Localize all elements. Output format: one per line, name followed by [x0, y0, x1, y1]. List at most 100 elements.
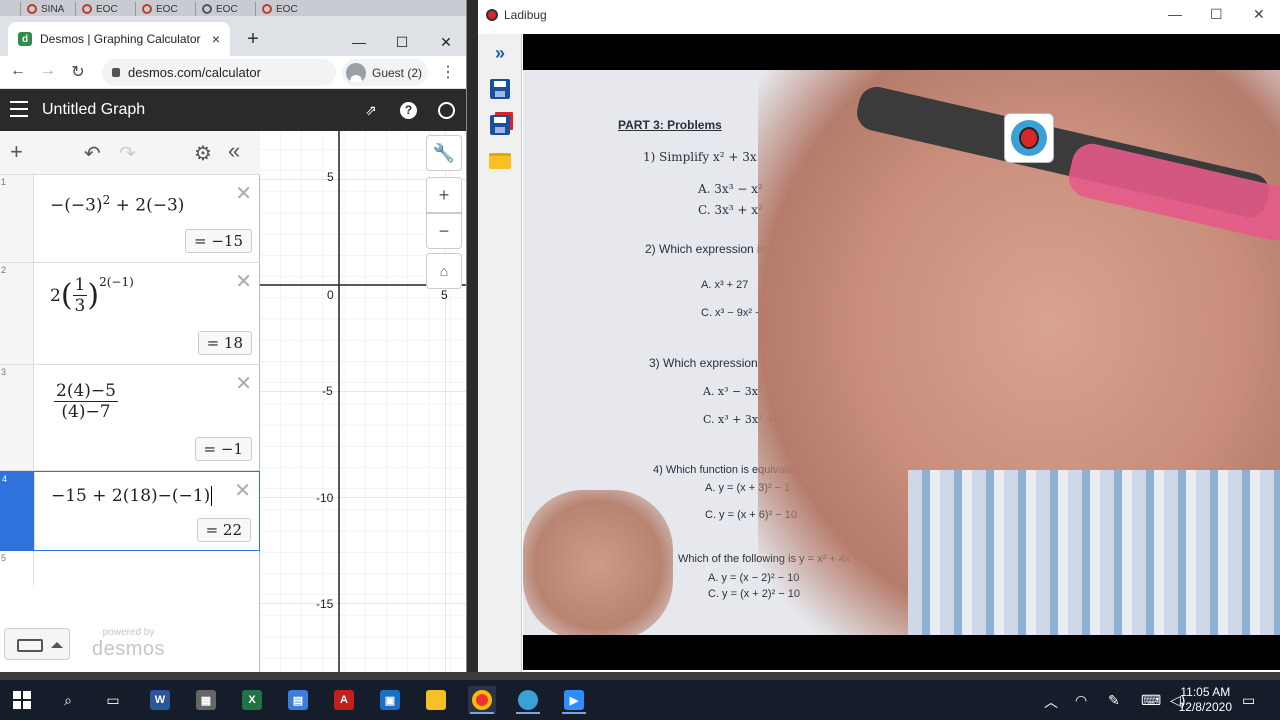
expression-gutter: 2	[0, 263, 34, 364]
home-icon[interactable]: ⌂	[426, 253, 462, 289]
back-arrow-icon[interactable]: ←	[8, 62, 28, 80]
minimize-button[interactable]: —	[1168, 6, 1182, 22]
notifications-icon[interactable]: ▭	[1242, 692, 1255, 709]
avatar-icon	[346, 62, 366, 83]
close-window-button[interactable]: ✕	[436, 34, 456, 51]
file-explorer-app[interactable]	[422, 686, 450, 714]
tab-close-icon[interactable]: ×	[212, 31, 220, 47]
powered-by-desmos: powered by desmos	[92, 627, 165, 661]
maximize-button[interactable]: ☐	[1210, 6, 1223, 23]
start-button[interactable]	[8, 686, 36, 714]
sleeve-image	[908, 470, 1280, 635]
clock[interactable]: 11:05 AM 12/8/2020	[1179, 685, 1232, 715]
pen-icon[interactable]: ✎	[1108, 692, 1120, 709]
expression-math[interactable]: −15 + 2(18)−(−1)	[51, 486, 213, 506]
graph-paper[interactable]: 0 5 5 -5 -10 -15 🔧 + − ⌂	[260, 131, 466, 672]
expression-math[interactable]: 2(4)−5 (4)−7	[54, 381, 118, 422]
minimize-button[interactable]: —	[349, 34, 369, 50]
task-view-icon[interactable]: ▭	[99, 686, 127, 714]
gear-icon[interactable]: ⚙	[194, 141, 212, 166]
document-paper-image: PART 3: Problems 1) Simplify x² + 3x A. …	[523, 70, 1280, 635]
globe-icon[interactable]	[438, 102, 455, 119]
expression-row[interactable]: 1 −(−3)2 + 2(−3) ✕ = −15	[0, 175, 260, 263]
camera-view[interactable]: PART 3: Problems 1) Simplify x² + 3x A. …	[523, 34, 1280, 670]
background-tab[interactable]: SINA	[20, 2, 75, 16]
delete-expression-icon[interactable]: ✕	[235, 269, 252, 294]
expression-row-active[interactable]: 4 −15 + 2(18)−(−1) ✕ = 22	[0, 471, 260, 551]
expression-row[interactable]: 3 2(4)−5 (4)−7 ✕ = −1	[0, 365, 260, 471]
paper-heading: PART 3: Problems	[618, 118, 722, 132]
menu-kebab-icon[interactable]: ⋮	[440, 62, 456, 82]
undo-icon[interactable]: ↶	[84, 141, 101, 166]
share-icon[interactable]: ⇗	[361, 100, 381, 120]
hamburger-menu-icon[interactable]	[10, 101, 28, 117]
acrobat-app[interactable]: A	[330, 686, 358, 714]
profile-button[interactable]: Guest (2)	[342, 59, 428, 86]
expand-panel-button[interactable]: »	[485, 38, 515, 68]
keyboard-icon[interactable]: ⌨	[1141, 692, 1161, 709]
zoom-out-button[interactable]: −	[426, 213, 462, 249]
store-icon: ▣	[380, 690, 400, 710]
store-app[interactable]: ▣	[376, 686, 404, 714]
active-indicator	[470, 712, 494, 714]
expression-row-empty[interactable]: 5	[0, 551, 260, 585]
tab-icon	[142, 4, 152, 14]
word-app[interactable]: W	[146, 686, 174, 714]
document-camera-app[interactable]: ▤	[284, 686, 312, 714]
add-item-icon[interactable]: +	[10, 139, 23, 165]
search-icon[interactable]: ⌕	[54, 686, 82, 714]
window-strip	[0, 672, 1280, 680]
chrome-app[interactable]	[468, 686, 496, 714]
delete-expression-icon[interactable]: ✕	[235, 371, 252, 396]
new-tab-button[interactable]: +	[243, 28, 263, 51]
scanner-icon: ▤	[288, 690, 308, 710]
calculator-icon: ▦	[196, 690, 216, 710]
excel-icon: X	[242, 690, 262, 710]
expression-toolbar: + ↶ ↷ ⚙ «	[0, 131, 260, 175]
zoom-app[interactable]: ▶	[560, 686, 588, 714]
show-hidden-icons-icon[interactable]: ︿	[1044, 692, 1058, 712]
ladibug-app[interactable]	[514, 686, 542, 714]
x-tick-label: 0	[327, 288, 334, 302]
pdf-icon: A	[334, 690, 354, 710]
collapse-list-icon[interactable]: «	[228, 138, 240, 164]
ladibug-window: Ladibug — ☐ ✕ » PART 3: Problems 1) Simp…	[478, 0, 1280, 672]
help-icon[interactable]: ?	[400, 102, 417, 119]
expression-math[interactable]: −(−3)2 + 2(−3)	[50, 193, 184, 216]
calculator-app[interactable]: ▦	[192, 686, 220, 714]
zoom-in-button[interactable]: +	[426, 177, 462, 213]
close-window-button[interactable]: ✕	[1253, 6, 1265, 23]
folder-icon	[489, 153, 511, 169]
maximize-button[interactable]: ☐	[392, 34, 412, 51]
delete-expression-icon[interactable]: ✕	[234, 478, 251, 503]
clock-date: 12/8/2020	[1178, 700, 1232, 714]
expression-row[interactable]: 2 2(1 3) 2(−1) ✕ = 18	[0, 263, 260, 365]
fingers-image	[523, 490, 673, 635]
save-button[interactable]	[485, 74, 515, 104]
redo-icon[interactable]: ↷	[119, 141, 136, 166]
address-bar[interactable]: desmos.com/calculator	[102, 59, 336, 86]
open-folder-button[interactable]	[485, 146, 515, 176]
excel-app[interactable]: X	[238, 686, 266, 714]
graph-title[interactable]: Untitled Graph	[42, 101, 145, 119]
paper-choice: A. x³ + 27	[701, 279, 749, 291]
background-tab[interactable]: EOC	[135, 2, 195, 16]
keyboard-toggle-button[interactable]	[4, 628, 70, 660]
background-tab[interactable]: EOC	[255, 2, 315, 16]
expression-math[interactable]: 2(1 3) 2(−1)	[50, 275, 134, 316]
background-tab[interactable]: EOC	[75, 2, 135, 16]
url-text: desmos.com/calculator	[128, 65, 261, 80]
desmos-favicon-icon: d	[18, 32, 32, 46]
forward-arrow-icon[interactable]: →	[38, 62, 58, 80]
reload-icon[interactable]: ↻	[68, 62, 88, 82]
taskbar: ⌕ ▭ W ▦ X ▤ A ▣ ▶ ︿ ◠ ✎ ⌨ ◁) 11:05 AM 12…	[0, 680, 1280, 720]
wrench-icon[interactable]: 🔧	[426, 135, 462, 171]
network-icon[interactable]: ◠	[1075, 692, 1087, 709]
save-as-button[interactable]	[485, 110, 515, 140]
background-tab[interactable]: EOC	[195, 2, 255, 16]
zoom-camera-icon: ▶	[564, 690, 584, 710]
expression-result: = −15	[185, 229, 252, 253]
delete-expression-icon[interactable]: ✕	[235, 181, 252, 206]
tab-desmos[interactable]: d Desmos | Graphing Calculator ×	[8, 22, 230, 56]
browser-window: SINA EOC EOC EOC EOC d Desmos | Graphing…	[0, 0, 467, 672]
